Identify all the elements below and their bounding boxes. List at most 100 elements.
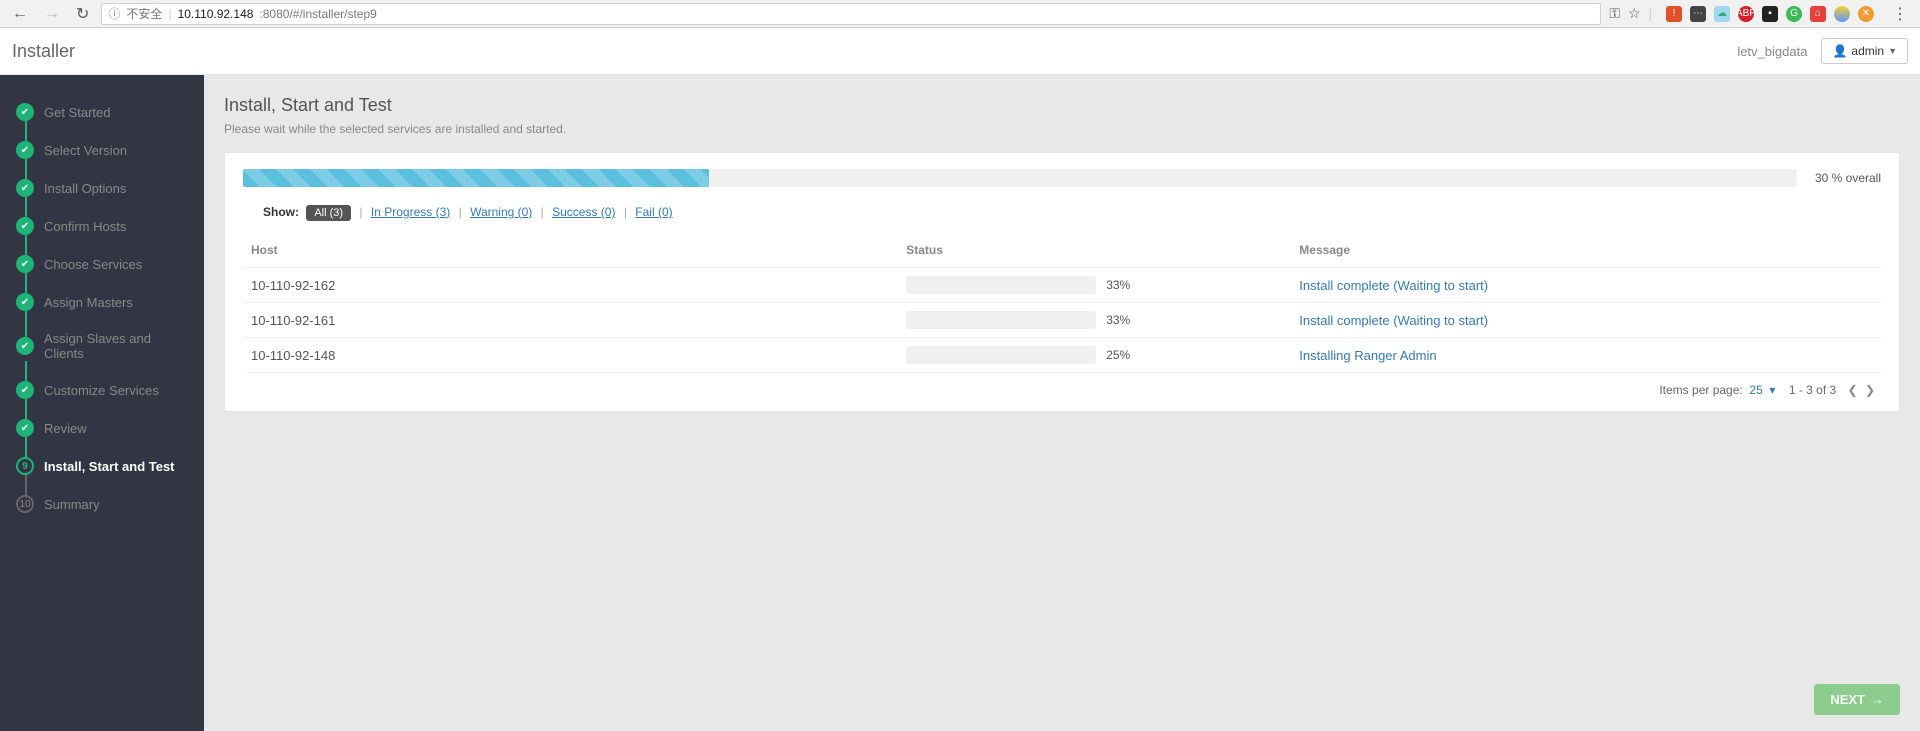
ext-icon-5[interactable]: ▪ bbox=[1762, 6, 1778, 22]
step-label: Install, Start and Test bbox=[44, 459, 175, 474]
wizard-sidebar: ✔ Get Started ✔Select Version ✔ Install Op… bbox=[0, 75, 204, 731]
ext-icon-8[interactable] bbox=[1834, 6, 1850, 22]
overall-progress-fill bbox=[243, 169, 709, 187]
status-cell: 25% bbox=[898, 338, 1291, 373]
status-cell: 33% bbox=[898, 268, 1291, 303]
forward-button[interactable]: → bbox=[40, 5, 64, 23]
filter-in-progress[interactable]: In Progress (3) bbox=[371, 205, 450, 219]
chevron-down-icon: ▼ bbox=[1888, 46, 1897, 56]
arrow-right-icon: → bbox=[1871, 692, 1884, 707]
browser-menu-icon[interactable]: ⋮ bbox=[1888, 4, 1912, 24]
ext-icon-9[interactable]: ✕ bbox=[1858, 6, 1874, 22]
url-bar[interactable]: ⓘ 不安全 | 10.110.92.148:8080/#/installer/s… bbox=[101, 3, 1601, 25]
step-review[interactable]: ✔ Review bbox=[0, 409, 204, 447]
pagination: Items per page: 25 ▾ 1 - 3 of 3 ❮ ❯ bbox=[243, 373, 1881, 401]
message-link[interactable]: Install complete (Waiting to start) bbox=[1299, 313, 1488, 328]
step-choose-services[interactable]: ✔ Choose Services bbox=[0, 245, 204, 283]
filter-warning[interactable]: Warning (0) bbox=[470, 205, 532, 219]
step-install-start-test[interactable]: 9Install, Start and Test bbox=[0, 447, 204, 485]
step-customize-services[interactable]: ✔ Customize Services bbox=[0, 371, 204, 409]
page-prev-icon[interactable]: ❮ bbox=[1848, 383, 1860, 397]
host-cell: 10-110-92-161 bbox=[243, 303, 898, 338]
cluster-name: letv_bigdata bbox=[1737, 44, 1807, 59]
url-path: :8080/#/installer/step9 bbox=[259, 7, 376, 21]
host-progress-text: 33% bbox=[1106, 278, 1130, 292]
items-per-page-select[interactable]: 25 ▾ bbox=[1749, 383, 1775, 397]
next-label: NEXT bbox=[1830, 692, 1865, 707]
step-summary: 10 Summary bbox=[0, 485, 204, 523]
message-cell: Install complete (Waiting to start) bbox=[1291, 268, 1881, 303]
items-per-page-label: Items per page: bbox=[1659, 383, 1742, 397]
host-progress-bar bbox=[906, 346, 1096, 364]
step-label: Assign Masters bbox=[44, 295, 133, 310]
step-label: Choose Services bbox=[44, 257, 142, 272]
page-next-icon[interactable]: ❯ bbox=[1865, 383, 1877, 397]
table-row: 10-110-92-148 25% Installing Ranger Admin bbox=[243, 338, 1881, 373]
step-label: Install Options bbox=[44, 181, 126, 196]
host-progress-text: 25% bbox=[1106, 348, 1130, 362]
ext-icon-1[interactable]: ! bbox=[1666, 6, 1682, 22]
host-progress-bar bbox=[906, 311, 1096, 329]
step-label: Confirm Hosts bbox=[44, 219, 126, 234]
overall-progress-bar bbox=[243, 169, 1797, 187]
filters-label: Show: bbox=[263, 205, 299, 219]
reload-button[interactable]: ↻ bbox=[72, 4, 93, 24]
check-icon: ✔ bbox=[16, 141, 34, 159]
extension-icons: ! ⋯ ☁ ABP ▪ G ⌂ ✕ bbox=[1660, 6, 1880, 22]
insecure-label: 不安全 bbox=[126, 5, 162, 22]
check-icon: ✔ bbox=[16, 217, 34, 235]
items-per-page-value: 25 bbox=[1749, 383, 1762, 397]
admin-dropdown[interactable]: 👤 admin ▼ bbox=[1821, 38, 1908, 64]
step-confirm-hosts[interactable]: ✔ Confirm Hosts bbox=[0, 207, 204, 245]
table-row: 10-110-92-161 33% Install complete (Waitin… bbox=[243, 303, 1881, 338]
step-number-icon: 10 bbox=[16, 495, 34, 513]
message-cell: Install complete (Waiting to start) bbox=[1291, 303, 1881, 338]
step-label: Summary bbox=[44, 497, 100, 512]
ext-icon-3[interactable]: ☁ bbox=[1714, 6, 1730, 22]
check-icon: ✔ bbox=[16, 381, 34, 399]
check-icon: ✔ bbox=[16, 419, 34, 437]
adblock-icon[interactable]: ABP bbox=[1738, 6, 1754, 22]
host-progress-text: 33% bbox=[1106, 313, 1130, 327]
message-link[interactable]: Install complete (Waiting to start) bbox=[1299, 278, 1488, 293]
filter-all[interactable]: All (3) bbox=[306, 205, 351, 221]
bookmark-star-icon[interactable]: ☆ bbox=[1628, 5, 1641, 22]
info-icon: ⓘ bbox=[108, 5, 120, 22]
col-host[interactable]: Host bbox=[243, 233, 898, 268]
check-icon: ✔ bbox=[16, 103, 34, 121]
col-message[interactable]: Message bbox=[1291, 233, 1881, 268]
step-get-started[interactable]: ✔ Get Started bbox=[0, 93, 204, 131]
host-cell: 10-110-92-162 bbox=[243, 268, 898, 303]
step-label: Get Started bbox=[44, 105, 110, 120]
step-assign-masters[interactable]: ✔Assign Masters bbox=[0, 283, 204, 321]
next-button[interactable]: NEXT → bbox=[1814, 684, 1900, 715]
status-filters: Show: All (3) | In Progress (3) | Warnin… bbox=[263, 205, 1881, 219]
step-label: Customize Services bbox=[44, 383, 159, 398]
page-subtitle: Please wait while the selected services … bbox=[224, 122, 1900, 136]
ext-icon-7[interactable]: ⌂ bbox=[1810, 6, 1826, 22]
url-host: 10.110.92.148 bbox=[178, 7, 254, 21]
step-label: Assign Slaves and Clients bbox=[44, 331, 188, 361]
user-icon: 👤 bbox=[1832, 44, 1847, 58]
step-select-version[interactable]: ✔Select Version bbox=[0, 131, 204, 169]
page-title: Install, Start and Test bbox=[224, 95, 1900, 116]
filter-success[interactable]: Success (0) bbox=[552, 205, 615, 219]
app-title: Installer bbox=[12, 41, 75, 62]
step-assign-slaves[interactable]: ✔ Assign Slaves and Clients bbox=[0, 321, 204, 371]
key-icon[interactable]: ⚿ bbox=[1609, 5, 1620, 22]
back-button[interactable]: ← bbox=[8, 5, 32, 23]
check-icon: ✔ bbox=[16, 255, 34, 273]
step-install-options[interactable]: ✔ Install Options bbox=[0, 169, 204, 207]
ext-icon-2[interactable]: ⋯ bbox=[1690, 6, 1706, 22]
host-cell: 10-110-92-148 bbox=[243, 338, 898, 373]
ext-icon-6[interactable]: G bbox=[1786, 6, 1802, 22]
overall-progress-text: 30 % overall bbox=[1815, 171, 1881, 185]
filter-fail[interactable]: Fail (0) bbox=[635, 205, 672, 219]
check-icon: ✔ bbox=[16, 337, 34, 355]
step-label: Review bbox=[44, 421, 87, 436]
check-icon: ✔ bbox=[16, 179, 34, 197]
message-link[interactable]: Installing Ranger Admin bbox=[1299, 348, 1436, 363]
col-status[interactable]: Status bbox=[898, 233, 1291, 268]
pagination-range: 1 - 3 of 3 bbox=[1789, 383, 1836, 397]
status-cell: 33% bbox=[898, 303, 1291, 338]
